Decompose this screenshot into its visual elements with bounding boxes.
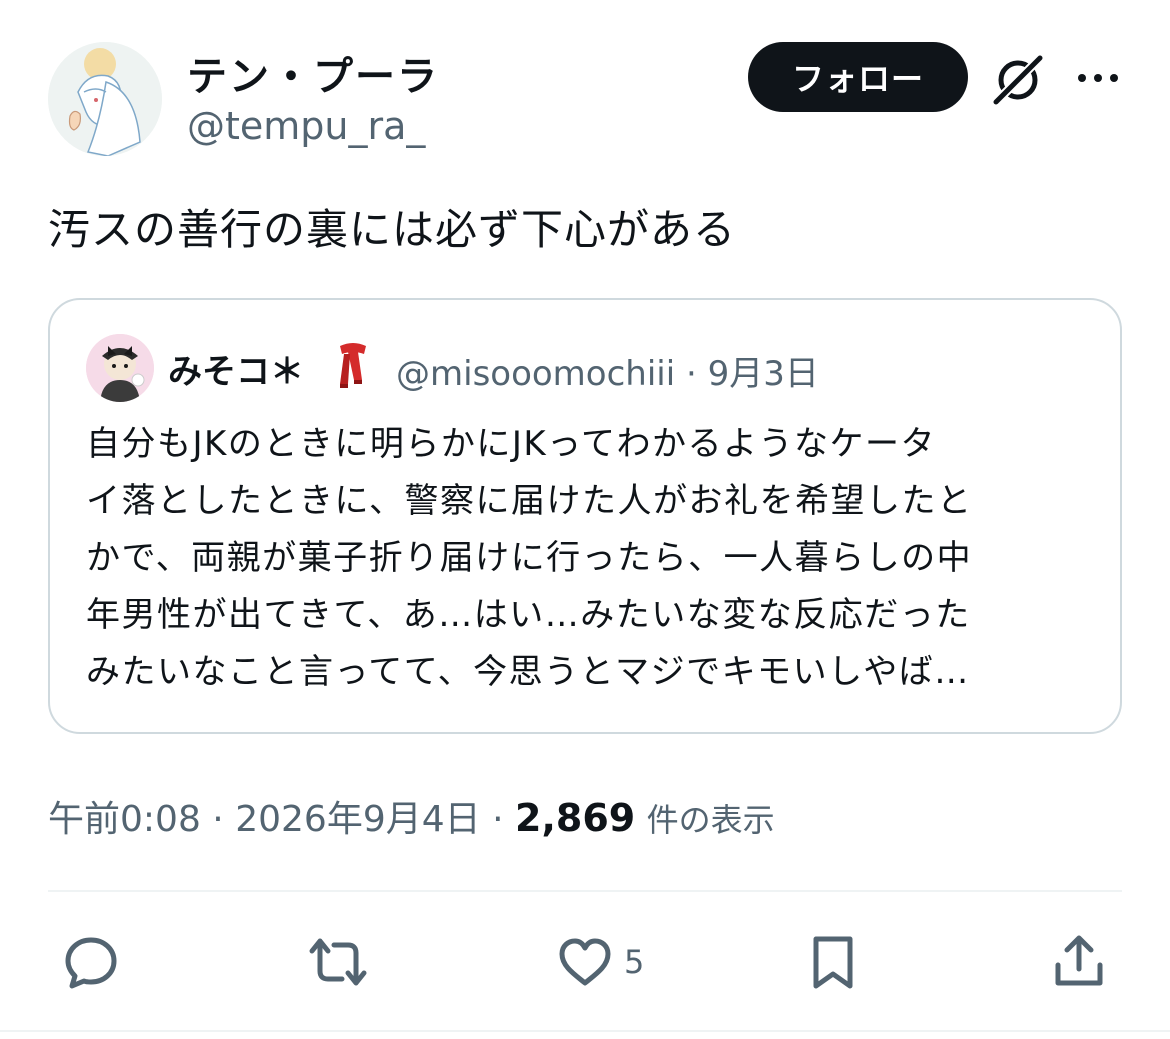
meta-separator: ·: [492, 799, 504, 840]
quoted-handle[interactable]: @misooomochiii: [396, 354, 675, 394]
bookmark-button[interactable]: [804, 930, 862, 994]
quoted-meta: @misooomochiii · 9月3日: [396, 346, 819, 395]
quoted-author-avatar[interactable]: [86, 334, 154, 402]
tweet-detail: テン・プーラ @tempu_ra_ フォロー 汚スの善行の裏には必ず下心がある: [0, 0, 1170, 1039]
author-display-name[interactable]: テン・プーラ: [187, 44, 439, 102]
author-avatar[interactable]: [48, 42, 162, 156]
author-handle[interactable]: @tempu_ra_: [187, 104, 425, 148]
retweet-button[interactable]: [306, 930, 370, 994]
like-count: 5: [624, 943, 645, 981]
views-count[interactable]: 2,869: [515, 796, 635, 840]
quoted-display-name[interactable]: みそコ＊: [168, 344, 304, 393]
quoted-text-line: 年男性が出てきて、あ…はい…みたいな変な反応だった: [86, 595, 971, 635]
follow-button[interactable]: フォロー: [748, 42, 968, 112]
tweet-date[interactable]: 2026年9月4日: [235, 799, 480, 840]
tweet-meta: 午前0:08 · 2026年9月4日 · 2,869 件の表示: [48, 790, 775, 842]
reply-button[interactable]: [62, 930, 120, 994]
like-icon: [559, 938, 611, 986]
quoted-text-line: みたいなこと言ってて、今思うとマジでキモいしやば…: [86, 652, 970, 692]
quoted-text: 自分もJKのときに明らかにJKってわかるようなケータ イ落としたときに、警察に届…: [86, 416, 1086, 701]
meta-separator: ·: [212, 799, 224, 840]
reply-icon: [65, 937, 117, 989]
share-icon: [1055, 935, 1103, 986]
views-label: 件の表示: [646, 801, 775, 839]
divider: [48, 890, 1122, 892]
grok-icon[interactable]: [990, 52, 1046, 108]
quoted-tweet[interactable]: みそコ＊ @misooomochiii · 9月3日 自分もJKのときに明らかに…: [48, 298, 1122, 734]
more-icon[interactable]: [1074, 60, 1122, 96]
share-button[interactable]: [1050, 930, 1108, 994]
quoted-separator: ·: [686, 354, 697, 394]
tweet-time[interactable]: 午前0:08: [48, 799, 201, 840]
bookmark-icon: [813, 936, 853, 989]
bottom-divider: [0, 1030, 1170, 1032]
retweet-icon: [309, 938, 367, 986]
quoted-text-line: かで、両親が菓子折り届けに行ったら、一人暮らしの中: [86, 538, 973, 578]
scarf-emoji: [336, 340, 370, 390]
tweet-text: 汚スの善行の裏には必ず下心がある: [48, 205, 737, 254]
like-button[interactable]: 5: [556, 930, 644, 994]
quoted-text-line: 自分もJKのときに明らかにJKってわかるようなケータ: [86, 424, 936, 464]
quoted-date[interactable]: 9月3日: [708, 354, 819, 394]
quoted-text-line: イ落としたときに、警察に届けた人がお礼を希望したと: [86, 481, 973, 521]
